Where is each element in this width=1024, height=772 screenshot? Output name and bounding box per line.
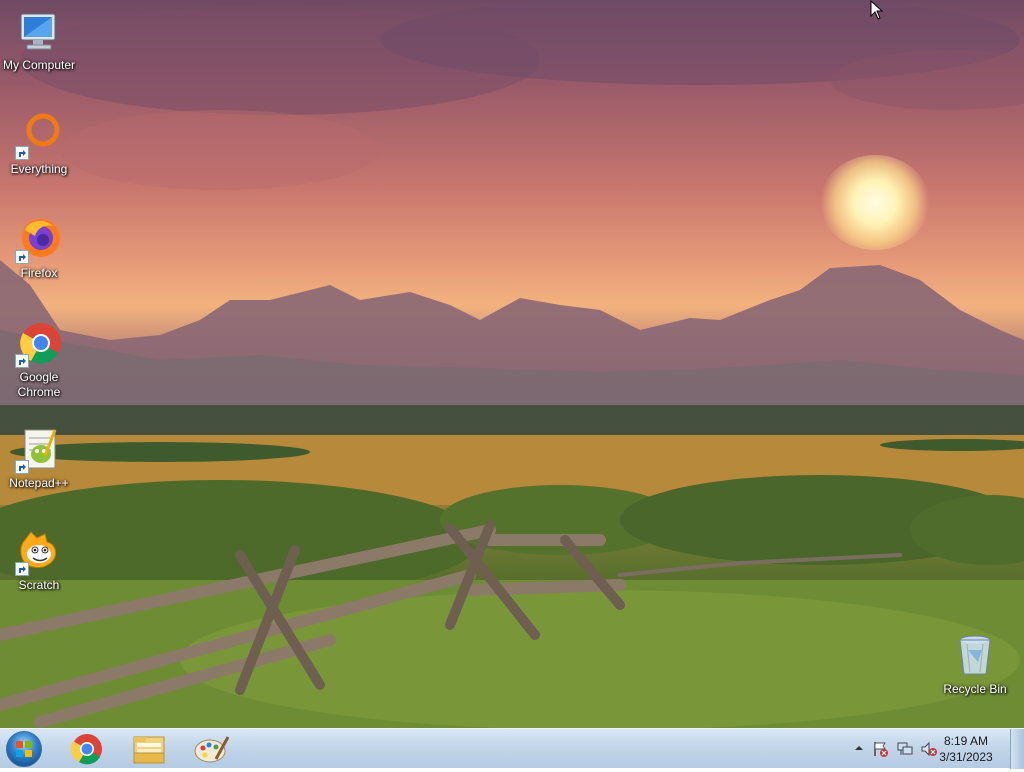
wallpaper	[0, 0, 1024, 728]
taskbar-pinned-paint[interactable]	[186, 731, 236, 767]
desktop-icon-label: Recycle Bin	[943, 682, 1007, 696]
start-button[interactable]	[6, 731, 42, 767]
mouse-pointer-icon	[870, 0, 884, 20]
firefox-icon	[15, 216, 63, 264]
desktop-icon-recycle-bin[interactable]: Recycle Bin	[936, 632, 1014, 697]
desktop-icon-scratch[interactable]: Scratch	[0, 528, 78, 593]
shortcut-arrow-icon	[15, 250, 29, 264]
windows-logo-icon	[16, 741, 32, 757]
desktop-icon-firefox[interactable]: Firefox	[0, 216, 78, 281]
taskbar-pinned-chrome[interactable]	[62, 731, 112, 767]
paint-icon	[194, 736, 230, 763]
chrome-icon	[70, 734, 102, 765]
desktop-icon-everything[interactable]: Everything	[0, 112, 78, 177]
file-explorer-icon	[133, 736, 165, 764]
desktop-icon-label: Everything	[10, 162, 68, 176]
shortcut-arrow-icon	[15, 146, 29, 160]
desktop-icon-my-computer[interactable]: My Computer	[0, 8, 78, 73]
everything-icon	[15, 112, 63, 160]
desktop-icon-label: Scratch	[18, 578, 60, 592]
shortcut-arrow-icon	[15, 354, 29, 368]
show-hidden-icons-arrow[interactable]	[854, 743, 864, 753]
taskbar: 8:19 AM 3/31/2023	[0, 728, 1024, 769]
action-center-flag-icon[interactable]	[872, 740, 890, 758]
clock-time: 8:19 AM	[943, 734, 989, 748]
notepadpp-icon	[15, 426, 63, 474]
clock-date: 3/31/2023	[939, 750, 993, 764]
chrome-icon	[15, 320, 63, 368]
desktop-icon-label: Firefox	[20, 266, 58, 280]
taskbar-pinned-file-explorer[interactable]	[124, 731, 174, 767]
desktop[interactable]: My Computer Everything Firefox Google Ch…	[0, 0, 1024, 728]
desktop-icon-label: Notepad++	[9, 476, 69, 490]
desktop-icon-label: My Computer	[2, 58, 76, 72]
clock[interactable]: 8:19 AM 3/31/2023	[934, 733, 998, 765]
recycle-bin-icon	[951, 632, 999, 680]
computer-icon	[15, 8, 63, 56]
show-desktop-button[interactable]	[1010, 729, 1024, 769]
desktop-icon-label: Google Chrome	[17, 370, 61, 399]
network-icon[interactable]	[896, 740, 914, 758]
system-tray: 8:19 AM 3/31/2023	[834, 729, 1024, 769]
scratch-icon	[15, 528, 63, 576]
sun	[820, 155, 930, 250]
desktop-icon-google-chrome[interactable]: Google Chrome	[0, 320, 78, 400]
shortcut-arrow-icon	[15, 460, 29, 474]
desktop-icon-notepadpp[interactable]: Notepad++	[0, 426, 78, 491]
shortcut-arrow-icon	[15, 562, 29, 576]
